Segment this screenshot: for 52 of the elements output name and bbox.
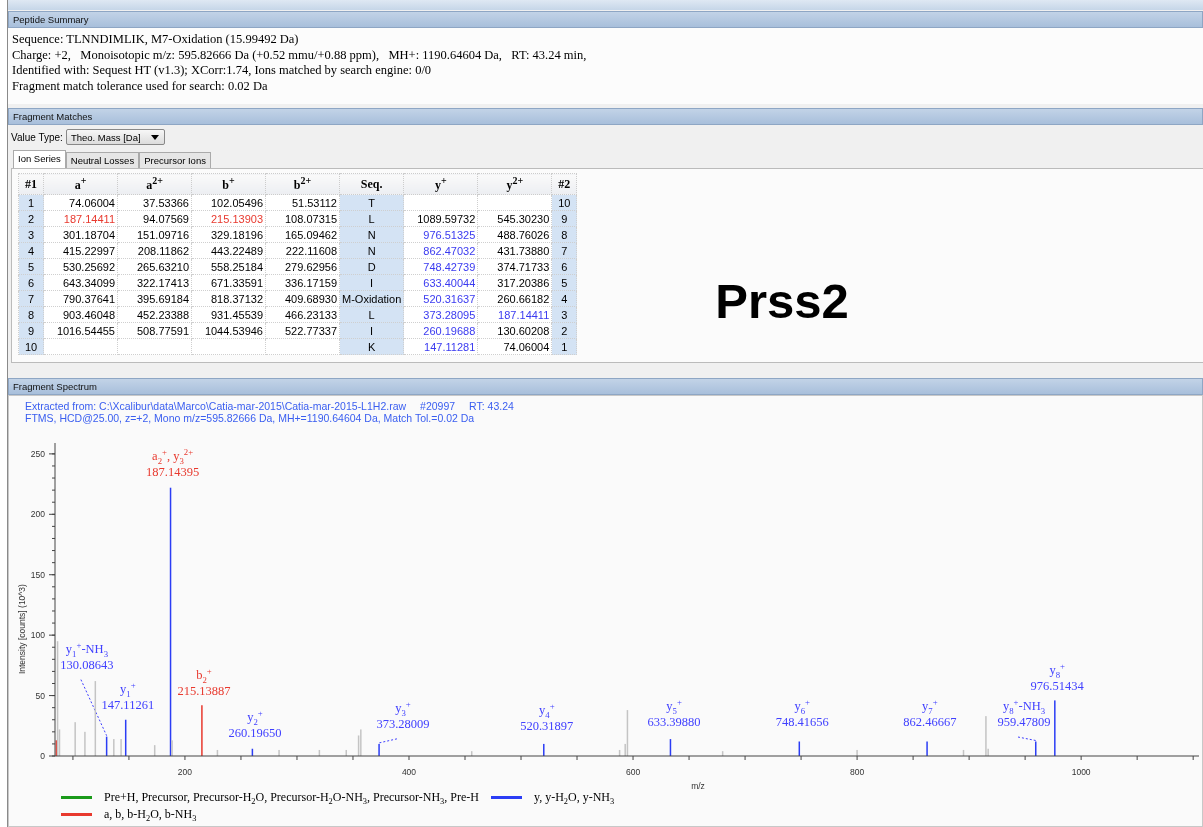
- spectrum-info: FTMS, HCD@25.00, z=+2, Mono m/z=595.82666 Da, MH+=1190.64604 Da, Match Tol.=0.02 Da: [25, 412, 475, 424]
- tick-label: 150: [30, 569, 45, 580]
- panel-header: Fragment Matches: [8, 108, 1203, 125]
- column-header: b$^{+}$: [191, 173, 266, 195]
- legend-label: Pre+H, Precursor, Precursor-H$_{2}$O, Precursor-H$_{2}$O-NH$_{3}$, Precursor-NH$_{3}$, Pre-H: [104, 790, 479, 805]
- mz-label: 748.41656: [775, 715, 829, 729]
- column-header: a$^{+}$: [43, 173, 118, 195]
- mz-label: 187.14395: [146, 465, 200, 480]
- tick-label: 50: [35, 690, 45, 701]
- mz-label: 130.08643: [60, 657, 114, 672]
- mz-label: 633.39880: [647, 715, 701, 729]
- panel-header: Peptide Summary: [8, 11, 1203, 28]
- mz-label: 862.46667: [903, 715, 957, 729]
- mz-label: 959.47809: [997, 715, 1051, 729]
- summary-line: Identified with: Sequest HT (v1.3); XCorr:1.74, Ions matched by search engine: 0/0: [12, 63, 433, 79]
- tick-label: 250: [30, 448, 45, 459]
- column-header: Seq.: [339, 173, 404, 195]
- value-type-label: Value Type:: [11, 131, 63, 143]
- overlay-label: Prss2: [715, 273, 849, 329]
- tick-label: 400: [401, 767, 417, 777]
- tick-label: 100: [30, 630, 45, 641]
- column-header: b$^{2+}$: [265, 173, 340, 195]
- ion-label: y$_{1}$$^{+}$-NH$_{3}$: [65, 638, 108, 658]
- mz-label: 215.13887: [177, 684, 231, 699]
- axis-title: Intensity [counts] (10^3): [17, 584, 27, 675]
- column-header: y$^{+}$: [403, 173, 478, 195]
- column-header: a$^{2+}$: [117, 173, 192, 195]
- ion-label: y$_{8}$$^{+}$-NH$_{3}$: [1002, 696, 1046, 715]
- axis-title: m/z: [691, 781, 705, 791]
- summary-line: Sequence: TLNNDIMLIK, M7-Oxidation (15.99492 Da): [12, 32, 300, 48]
- mz-label: 373.28009: [376, 716, 430, 731]
- tick-label: 200: [177, 767, 193, 777]
- tick-label: 0: [40, 751, 45, 761]
- summary-line: Fragment match tolerance used for search: 0.02 Da: [12, 78, 269, 95]
- legend-label: a, b, b-H$_{2}$O, b-NH$_{3}$: [104, 807, 197, 822]
- mz-label: 147.11261: [101, 697, 155, 712]
- column-header: y$^{2+}$: [477, 173, 552, 195]
- summary-line: Charge: +2, Monoisotopic m/z: 595.82666 Da (+0.52 mmu/+0.88 ppm), MH+: 1190.64604 Da, RT: 43.24 min,: [12, 47, 588, 64]
- column-header: #2: [551, 173, 577, 195]
- spectrum-info: RT: 43.24: [469, 400, 514, 412]
- tick-label: 600: [625, 767, 641, 777]
- panel-header: Fragment Spectrum: [8, 378, 1203, 395]
- legend-label: y, y-H$_{2}$O, y-NH$_{3}$: [533, 790, 615, 805]
- mz-label: 520.31897: [520, 719, 574, 734]
- column-header: #1: [18, 173, 44, 195]
- tick-label: 1000: [1071, 767, 1091, 777]
- spectrum-info: Extracted from: C:\Xcalibur\data\Marco\Catia-mar-2015\Catia-mar-2015-L1H2.raw: [25, 400, 407, 412]
- mz-label: 976.51434: [1030, 679, 1084, 694]
- mz-label: 260.19650: [228, 726, 282, 740]
- tick-label: 800: [850, 767, 865, 777]
- spectrum-info: #20997: [420, 400, 456, 412]
- tick-label: 200: [30, 509, 45, 520]
